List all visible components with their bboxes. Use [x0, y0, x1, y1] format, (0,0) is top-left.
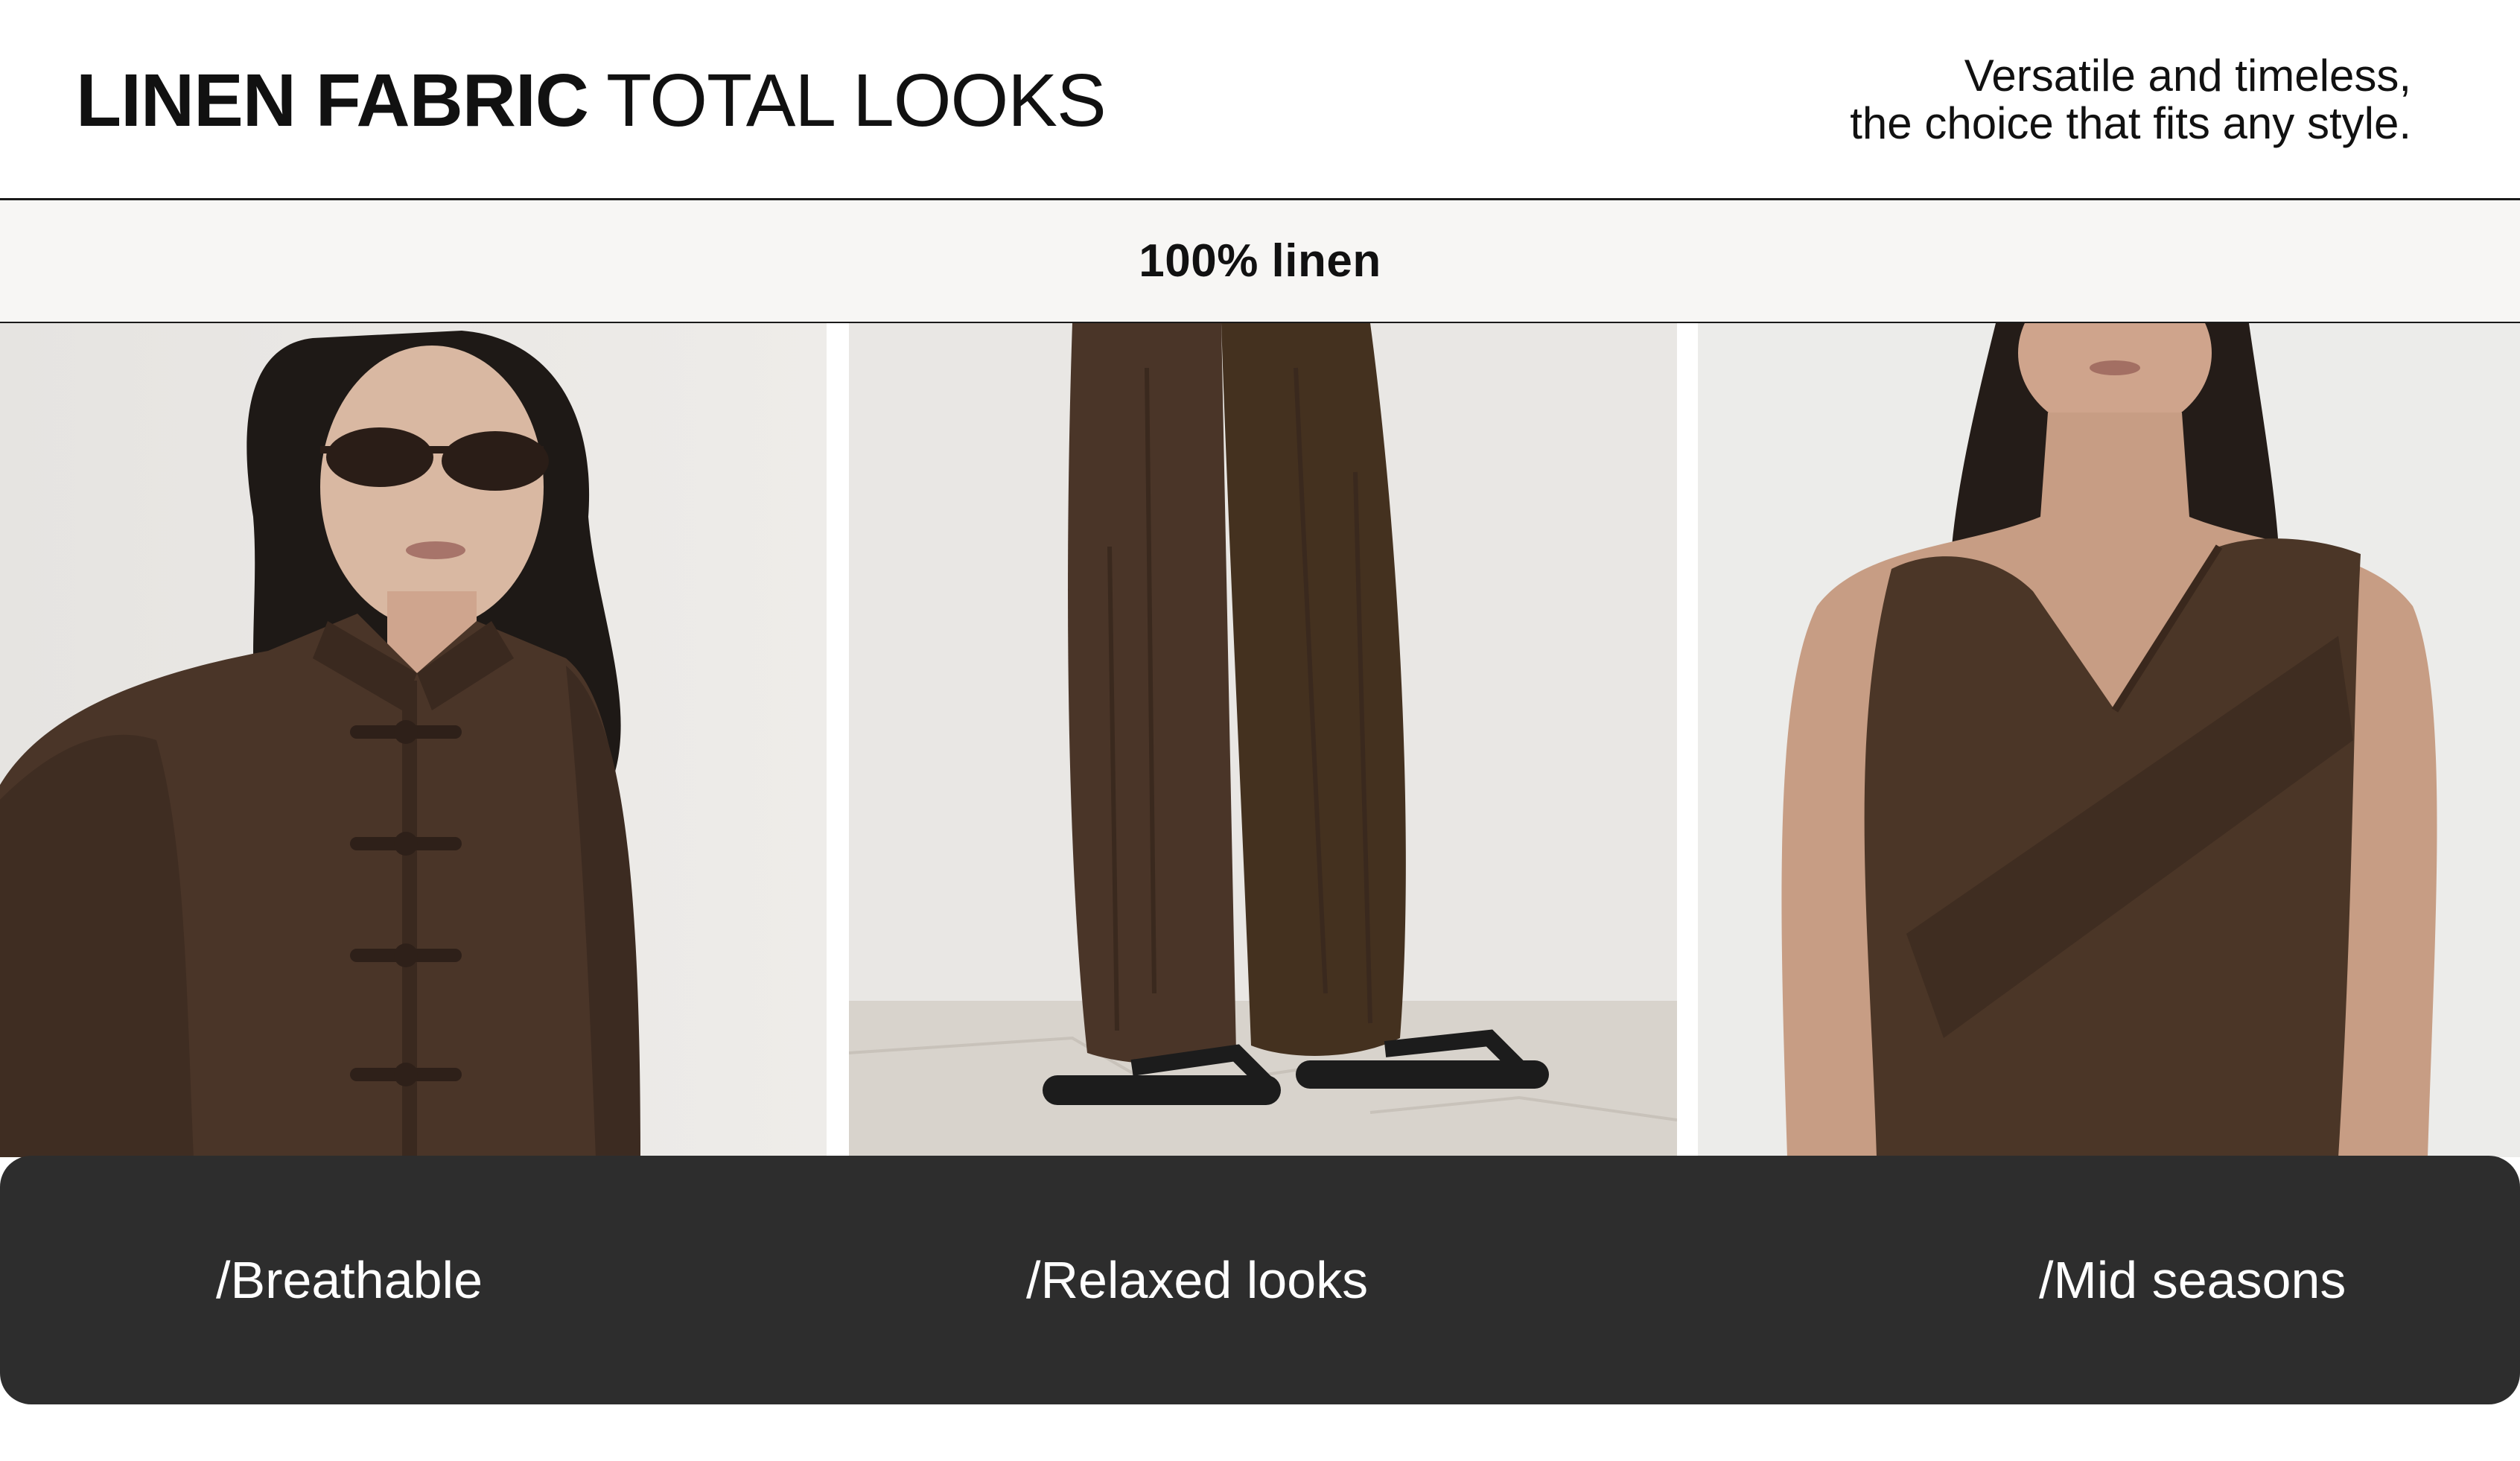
tagline: Versatile and timeless, the choice that … [1850, 52, 2411, 147]
trousers-image [849, 323, 1677, 1157]
fabric-band: 100% linen [0, 198, 2520, 323]
tagline-line-1: Versatile and timeless, [1964, 51, 2411, 101]
wrap-top-image [1698, 323, 2520, 1157]
feature-mid-seasons: /Mid seasons [2039, 1251, 2346, 1309]
photo-relaxed-looks [849, 323, 1677, 1157]
photo-row [0, 323, 2520, 1157]
page-title: LINEN FABRIC TOTAL LOOKS [76, 59, 1107, 142]
woman-shirt-image [0, 323, 827, 1157]
fabric-label: 100% linen [1139, 235, 1381, 287]
tagline-line-2: the choice that fits any style. [1850, 98, 2411, 148]
photo-breathable [0, 323, 827, 1157]
title-light: TOTAL LOOKS [606, 59, 1107, 142]
feature-relaxed-looks: /Relaxed looks [1026, 1251, 1369, 1309]
feature-label-bar: /Breathable /Relaxed looks /Mid seasons [0, 1156, 2520, 1404]
feature-breathable: /Breathable [216, 1251, 483, 1309]
header: LINEN FABRIC TOTAL LOOKS Versatile and ti… [0, 0, 2520, 198]
title-strong: LINEN FABRIC [76, 59, 589, 142]
photo-mid-seasons [1698, 323, 2520, 1157]
